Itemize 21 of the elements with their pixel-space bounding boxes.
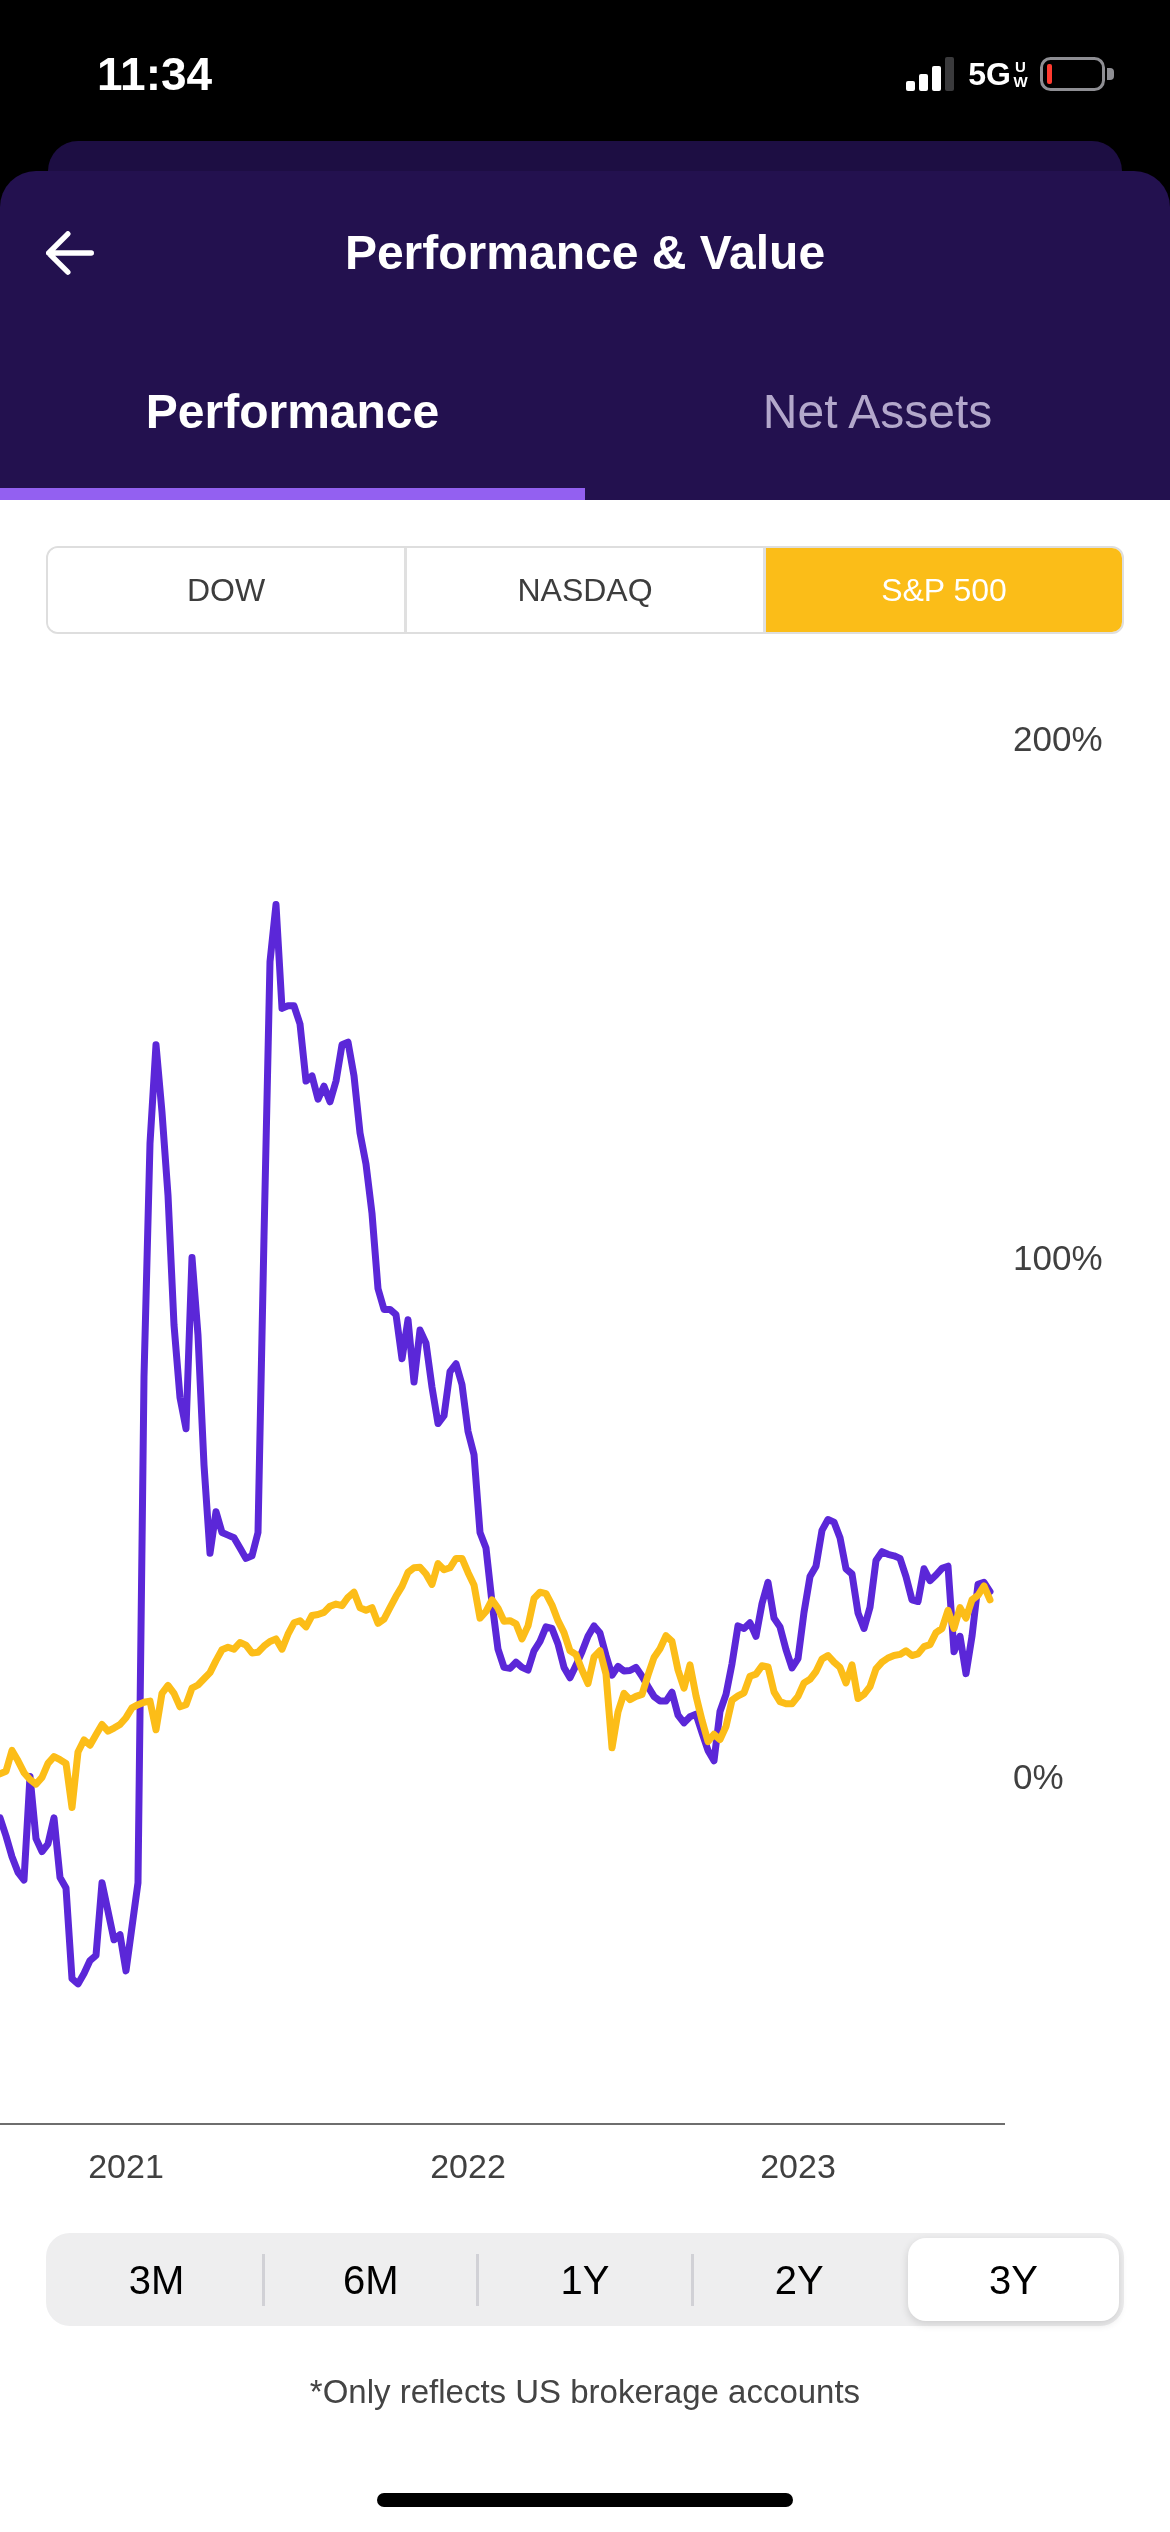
signal-icon	[906, 56, 957, 91]
period-option[interactable]: 1Y	[479, 2238, 691, 2321]
y-axis-label: 0%	[1013, 1756, 1064, 1796]
y-axis-label: 200%	[1013, 719, 1103, 759]
period-option[interactable]: 3Y	[907, 2238, 1119, 2321]
arrow-left-icon	[46, 231, 94, 275]
network-suffix: UW	[1013, 58, 1028, 89]
period-option[interactable]: 6M	[265, 2238, 477, 2321]
status-time: 11:34	[97, 50, 213, 97]
footnote: *Only reflects US brokerage accounts	[308, 2372, 862, 2412]
tab[interactable]: Performance	[0, 335, 585, 500]
x-axis-label: 2022	[430, 2147, 506, 2185]
screen-title: Performance & Value	[343, 229, 827, 277]
y-axis-label: 100%	[1013, 1238, 1103, 1277]
network-label: 5G	[968, 57, 1011, 90]
x-axis-label: 2021	[88, 2147, 164, 2185]
period-option[interactable]: 3M	[51, 2238, 263, 2321]
battery-icon	[1040, 56, 1114, 91]
period-option[interactable]: 2Y	[693, 2238, 905, 2321]
tab[interactable]: Net Assets	[585, 335, 1170, 500]
x-axis-label: 2023	[760, 2147, 836, 2185]
